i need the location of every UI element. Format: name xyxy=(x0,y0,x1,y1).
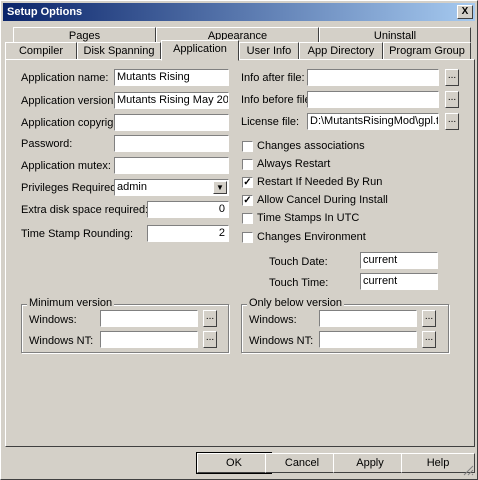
touch-time-input[interactable]: current xyxy=(360,273,438,290)
min-nt-input[interactable] xyxy=(100,331,198,348)
resize-grip-icon[interactable] xyxy=(462,464,474,476)
license-browse-button[interactable]: ... xyxy=(445,113,459,130)
min-nt-label: Windows NT: xyxy=(29,335,94,347)
extra-disk-input[interactable]: 0 xyxy=(147,201,229,218)
min-nt-browse-button[interactable]: ... xyxy=(203,331,217,348)
privileges-select[interactable]: admin ▼ xyxy=(114,179,229,196)
touch-date-label: Touch Date: xyxy=(269,256,328,268)
title-bar: Setup Options X xyxy=(3,3,475,21)
info-after-input[interactable] xyxy=(307,69,439,86)
app-version-label: Application version: xyxy=(21,95,117,107)
window-title: Setup Options xyxy=(7,6,83,18)
tab-application[interactable]: Application xyxy=(161,40,239,61)
info-before-browse-button[interactable]: ... xyxy=(445,91,459,108)
min-windows-browse-button[interactable]: ... xyxy=(203,310,217,327)
checkbox-label-2[interactable]: Restart If Needed By Run xyxy=(257,176,382,188)
checkbox-label-4[interactable]: Time Stamps In UTC xyxy=(257,212,359,224)
tab-app-directory[interactable]: App Directory xyxy=(299,42,383,60)
tab-user-info[interactable]: User Info xyxy=(239,42,299,60)
info-before-label: Info before file: xyxy=(241,94,314,106)
below-windows-label: Windows: xyxy=(249,314,297,326)
min-windows-label: Windows: xyxy=(29,314,77,326)
app-name-label: Application name: xyxy=(21,72,109,84)
info-after-label: Info after file: xyxy=(241,72,305,84)
tab-compiler[interactable]: Compiler xyxy=(5,42,77,60)
checkbox-4[interactable] xyxy=(242,213,253,224)
checkbox-0[interactable] xyxy=(242,141,253,152)
setup-options-dialog: Setup Options X Pages Appearance Uninsta… xyxy=(0,0,478,480)
checkbox-label-0[interactable]: Changes associations xyxy=(257,140,365,152)
checkbox-3[interactable]: ✓ xyxy=(242,195,253,206)
timestamp-rounding-input[interactable]: 2 xyxy=(147,225,229,242)
app-copyright-input[interactable] xyxy=(114,114,229,131)
chevron-down-icon[interactable]: ▼ xyxy=(213,181,227,194)
password-input[interactable] xyxy=(114,135,229,152)
app-copyright-label: Application copyright: xyxy=(21,117,126,129)
privileges-label: Privileges Required: xyxy=(21,182,120,194)
tab-disk-spanning[interactable]: Disk Spanning xyxy=(77,42,161,60)
touch-date-input[interactable]: current xyxy=(360,252,438,269)
checkbox-2[interactable]: ✓ xyxy=(242,177,253,188)
checkbox-5[interactable] xyxy=(242,232,253,243)
license-input[interactable]: D:\MutantsRisingMod\gpl.txt xyxy=(307,113,439,130)
app-mutex-label: Application mutex: xyxy=(21,160,111,172)
below-windows-input[interactable] xyxy=(319,310,417,327)
app-version-input[interactable]: Mutants Rising May 2008 xyxy=(114,92,229,109)
privileges-value: admin xyxy=(117,181,147,193)
checkbox-label-1[interactable]: Always Restart xyxy=(257,158,330,170)
extra-disk-label: Extra disk space required: xyxy=(21,204,149,216)
info-after-browse-button[interactable]: ... xyxy=(445,69,459,86)
minimum-version-title: Minimum version xyxy=(27,297,115,309)
app-mutex-input[interactable] xyxy=(114,157,229,174)
only-below-version-title: Only below version xyxy=(247,297,344,309)
apply-button[interactable]: Apply xyxy=(333,453,407,473)
min-windows-input[interactable] xyxy=(100,310,198,327)
cancel-button[interactable]: Cancel xyxy=(265,453,339,473)
timestamp-rounding-label: Time Stamp Rounding: xyxy=(21,228,134,240)
info-before-input[interactable] xyxy=(307,91,439,108)
close-button[interactable]: X xyxy=(457,5,473,19)
checkbox-1[interactable] xyxy=(242,159,253,170)
below-nt-browse-button[interactable]: ... xyxy=(422,331,436,348)
license-label: License file: xyxy=(241,116,300,128)
below-nt-input[interactable] xyxy=(319,331,417,348)
ok-button[interactable]: OK xyxy=(196,452,272,474)
checkbox-label-5[interactable]: Changes Environment xyxy=(257,231,366,243)
touch-time-label: Touch Time: xyxy=(269,277,329,289)
checkbox-label-3[interactable]: Allow Cancel During Install xyxy=(257,194,388,206)
tab-program-group[interactable]: Program Group xyxy=(383,42,471,60)
password-label: Password: xyxy=(21,138,73,150)
below-nt-label: Windows NT: xyxy=(249,335,314,347)
app-name-input[interactable]: Mutants Rising xyxy=(114,69,229,86)
below-windows-browse-button[interactable]: ... xyxy=(422,310,436,327)
